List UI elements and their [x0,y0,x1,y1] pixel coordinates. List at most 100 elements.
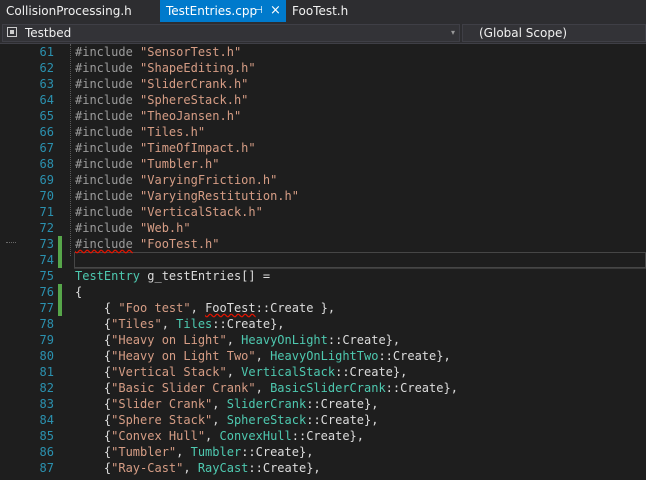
code-token: , [212,413,227,427]
navigation-bar: Testbed ▾ (Global Scope) [0,22,646,44]
code-token: ::Create }, [255,301,336,315]
code-token: SphereStack [226,413,307,427]
code-line[interactable]: 82 {"Basic Slider Crank", BasicSliderCra… [0,380,646,396]
code-line[interactable]: 67 #include "TimeOfImpact.h" [0,140,646,156]
code-line[interactable]: 86 {"Tumbler", Tumbler::Create}, [0,444,646,460]
code-token: BasicSliderCrank [270,381,386,395]
line-number: 87 [39,461,54,475]
line-number: 85 [39,429,54,443]
close-icon[interactable]: × [270,0,281,22]
code-line[interactable]: 83 {"Slider Crank", SliderCrank::Create}… [0,396,646,412]
code-token: RayCast [197,461,249,475]
code-text: {"Basic Slider Crank", BasicSliderCrank:… [75,380,458,396]
line-number: 66 [39,125,54,139]
code-token: , [176,445,191,459]
code-line[interactable]: 72 #include "Web.h" [0,220,646,236]
line-number: 74 [39,253,54,267]
code-text: #include "Tiles.h" [75,124,205,140]
code-line[interactable]: 68 #include "Tumbler.h" [0,156,646,172]
code-line[interactable]: 69 #include "VaryingFriction.h" [0,172,646,188]
code-line[interactable]: 81 {"Vertical Stack", VerticalStack::Cre… [0,364,646,380]
code-token: { [75,429,112,443]
code-token: #include [75,157,141,171]
code-line[interactable]: 76 { [0,284,646,300]
code-line[interactable]: 70 #include "VaryingRestitution.h" [0,188,646,204]
code-token: "VaryingRestitution.h" [140,189,299,203]
tab-test-entries[interactable]: TestEntries.cpp ⊣ × [160,0,286,22]
scope-dropdown[interactable]: (Global Scope) [462,24,646,42]
tab-label: FooTest.h [292,4,349,18]
code-token: #include [75,237,133,251]
code-token: "VaryingFriction.h" [140,173,278,187]
code-text: {"Tumbler", Tumbler::Create}, [75,444,314,460]
code-line[interactable]: 84 {"Sphere Stack", SphereStack::Create}… [0,412,646,428]
code-token: { [75,285,83,299]
code-line[interactable]: 73 #include "FooTest.h" [0,236,646,252]
code-text: #include "ShapeEditing.h" [75,60,256,76]
code-text: TestEntry g_testEntries[] = [75,268,270,284]
code-line[interactable]: 66 #include "Tiles.h" [0,124,646,140]
code-token: { [75,317,112,331]
code-text: #include "VaryingFriction.h" [75,172,277,188]
code-token: , [255,349,271,363]
code-line[interactable]: 63 #include "SliderCrank.h" [0,76,646,92]
line-number: 64 [39,93,54,107]
tab-label: CollisionProcessing.h [6,4,132,18]
code-line[interactable]: 64 #include "SphereStack.h" [0,92,646,108]
code-token: , [183,461,198,475]
code-token: { [75,397,112,411]
code-token: ::Create}, [335,365,408,379]
code-line[interactable]: 77 { "Foo test", FooTest::Create }, [0,300,646,316]
line-number: 68 [39,157,54,171]
line-number: 77 [39,301,54,315]
line-number: 86 [39,445,54,459]
code-token: "SphereStack.h" [140,93,249,107]
code-token: ::Create}, [212,317,285,331]
code-token: , [255,381,271,395]
project-dropdown[interactable]: Testbed ▾ [2,24,460,42]
code-line[interactable]: 87 {"Ray-Cast", RayCast::Create}, [0,460,646,476]
code-line[interactable]: 78 {"Tiles", Tiles::Create}, [0,316,646,332]
change-indicator [58,236,62,252]
code-token: #include [75,141,141,155]
line-number: 65 [39,109,54,123]
code-token: SliderCrank [226,397,307,411]
tab-collision-processing[interactable]: CollisionProcessing.h [0,0,160,22]
code-token: "SensorTest.h" [140,45,242,59]
code-text: {"Slider Crank", SliderCrank::Create}, [75,396,379,412]
line-number: 67 [39,141,54,155]
code-token: { [75,445,112,459]
code-token: "Ray-Cast" [111,461,184,475]
code-token: FooTest [205,301,256,315]
line-number: 78 [39,317,54,331]
code-token: ConvexHull [219,429,292,443]
code-token: { [75,413,112,427]
tab-foo-test[interactable]: FooTest.h [286,0,366,22]
line-number: 84 [39,413,54,427]
code-token: "Vertical Stack" [111,365,227,379]
line-number: 63 [39,77,54,91]
code-text: {"Vertical Stack", VerticalStack::Create… [75,364,407,380]
code-line[interactable]: 85 {"Convex Hull", ConvexHull::Create}, [0,428,646,444]
pin-icon[interactable]: ⊣ [254,0,263,22]
code-line[interactable]: 75 TestEntry g_testEntries[] = [0,268,646,284]
code-token: , [190,301,206,315]
code-token: { [75,365,112,379]
code-line[interactable]: 62 #include "ShapeEditing.h" [0,60,646,76]
project-icon [7,27,17,37]
code-token: "Tiles.h" [140,125,206,139]
code-text: {"Heavy on Light Two", HeavyOnLightTwo::… [75,348,451,364]
code-line[interactable]: 71 #include "VerticalStack.h" [0,204,646,220]
code-token: "Convex Hull" [111,429,206,443]
code-line[interactable]: 61 #include "SensorTest.h" [0,44,646,60]
code-text: #include "Web.h" [75,220,191,236]
code-token: HeavyOnLightTwo [270,349,379,363]
code-line[interactable]: 65 #include "TheoJansen.h" [0,108,646,124]
code-line[interactable]: 80 {"Heavy on Light Two", HeavyOnLightTw… [0,348,646,364]
code-token: "Heavy on Light" [111,333,227,347]
code-token: #include [75,93,141,107]
code-line[interactable]: 74 [0,252,646,268]
code-line[interactable]: 79 {"Heavy on Light", HeavyOnLight::Crea… [0,332,646,348]
code-editor[interactable]: 61 #include "SensorTest.h" 62 #include "Sha… [0,44,646,480]
line-number: 71 [39,205,54,219]
